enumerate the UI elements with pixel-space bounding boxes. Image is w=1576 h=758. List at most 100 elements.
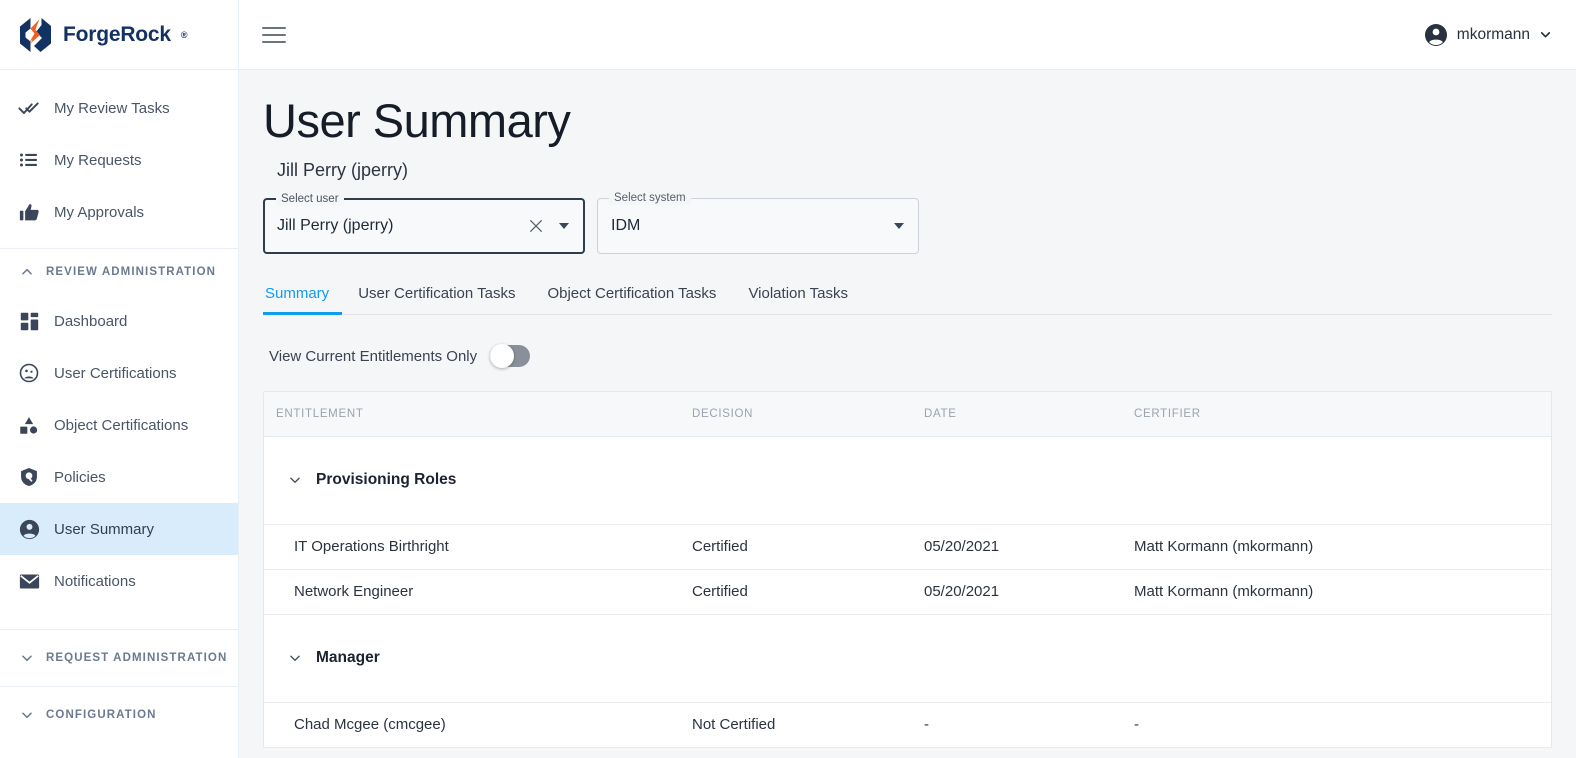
column-header-certifier: CERTIFIER [1134, 392, 1551, 437]
toggle-knob [490, 344, 515, 369]
sidebar-group-request-administration: REQUEST ADMINISTRATION [0, 629, 238, 686]
caret-down-icon[interactable] [549, 211, 579, 241]
select-system-value: IDM [611, 217, 641, 235]
brand-name: ForgeRock [63, 22, 171, 46]
filter-controls: Select user Jill Perry (jperry) Select s… [263, 192, 1552, 255]
page-title: User Summary [263, 94, 571, 147]
table-row[interactable]: IT Operations Birthright Certified 05/20… [264, 524, 1551, 570]
sidebar-group-label: CONFIGURATION [46, 709, 157, 721]
cell-certifier: Matt Kormann (mkormann) [1134, 569, 1551, 615]
select-user-label: Select user [276, 193, 344, 207]
sidebar-group-header-request-administration[interactable]: REQUEST ADMINISTRATION [0, 630, 238, 686]
hamburger-icon[interactable] [259, 20, 289, 50]
sidebar-item-label: User Summary [54, 520, 155, 538]
main-area: mkormann User Summary Jill Perry (jperry… [239, 0, 1576, 758]
sidebar-item-label: My Review Tasks [54, 99, 170, 117]
sidebar-item-label: Object Certifications [54, 416, 189, 434]
table-header-row: ENTITLEMENT DECISION DATE CERTIFIER [264, 392, 1551, 437]
sidebar-item-user-certifications[interactable]: User Certifications [0, 347, 238, 399]
envelope-icon [18, 570, 40, 592]
select-system-field[interactable]: Select system IDM [597, 192, 919, 255]
app-root: ForgeRock ® My Review Tasks My Requests … [0, 0, 1576, 758]
chevron-down-icon [1539, 28, 1552, 41]
cell-date: 05/20/2021 [924, 569, 1134, 615]
account-circle-icon [1424, 23, 1448, 47]
sidebar-item-label: My Approvals [54, 203, 145, 221]
tab-bar: Summary User Certification Tasks Object … [263, 278, 1552, 316]
sidebar-item-label: Notifications [54, 572, 136, 590]
column-header-decision: DECISION [692, 392, 924, 437]
sidebar-group-review-administration: REVIEW ADMINISTRATION Dashboard User Cer… [0, 249, 238, 607]
sidebar-item-user-summary[interactable]: User Summary [0, 503, 238, 555]
page-subtitle: Jill Perry (jperry) [277, 160, 409, 181]
user-menu-label: mkormann [1456, 25, 1530, 43]
section-title: Manager [316, 649, 380, 667]
sidebar-group-header-configuration[interactable]: CONFIGURATION [0, 687, 238, 743]
topbar: mkormann [239, 0, 1576, 70]
sidebar-item-label: My Requests [54, 151, 142, 169]
list-icon [18, 149, 40, 171]
select-user-value: Jill Perry (jperry) [277, 217, 394, 235]
cell-decision: Certified [692, 569, 924, 615]
table-row[interactable]: Network Engineer Certified 05/20/2021 Ma… [264, 569, 1551, 615]
cell-certifier: - [1134, 702, 1551, 748]
sidebar-group-label: REVIEW ADMINISTRATION [46, 266, 217, 278]
tab-violation-tasks[interactable]: Violation Tasks [732, 278, 864, 315]
chevron-down-icon [20, 708, 34, 722]
forgerock-logo-icon [17, 16, 53, 54]
view-current-entitlements-toggle[interactable] [490, 344, 531, 369]
select-user-field[interactable]: Select user Jill Perry (jperry) [263, 193, 585, 255]
section-title: Provisioning Roles [316, 471, 457, 489]
user-certifications-icon [18, 362, 40, 384]
cell-certifier: Matt Kormann (mkormann) [1134, 524, 1551, 570]
chevron-up-icon [20, 265, 34, 279]
table-section-header[interactable]: Manager [264, 614, 1551, 703]
sidebar-item-my-approvals[interactable]: My Approvals [0, 186, 238, 238]
caret-down-icon[interactable] [884, 211, 914, 241]
tab-summary[interactable]: Summary [263, 278, 343, 316]
user-menu[interactable]: mkormann [1424, 23, 1552, 47]
cell-date: - [924, 702, 1134, 748]
sidebar-item-my-review-tasks[interactable]: My Review Tasks [0, 82, 238, 134]
sidebar-item-object-certifications[interactable]: Object Certifications [0, 399, 238, 451]
page-content: User Summary Jill Perry (jperry) Select … [239, 70, 1576, 758]
cell-entitlement: Chad Mcgee (cmcgee) [264, 702, 692, 748]
brand-header[interactable]: ForgeRock ® [0, 0, 238, 70]
sidebar-group-label: REQUEST ADMINISTRATION [46, 652, 228, 664]
object-certifications-icon [18, 414, 40, 436]
brand-trademark: ® [180, 29, 188, 40]
select-system-label: Select system [609, 192, 691, 206]
column-header-entitlement: ENTITLEMENT [264, 392, 692, 437]
view-current-entitlements-row: View Current Entitlements Only [263, 344, 1552, 369]
table-section-header[interactable]: Provisioning Roles [264, 436, 1551, 525]
sidebar: ForgeRock ® My Review Tasks My Requests … [0, 0, 239, 758]
cell-entitlement: IT Operations Birthright [264, 524, 692, 570]
sidebar-group-header-review-administration[interactable]: REVIEW ADMINISTRATION [0, 249, 238, 295]
cell-decision: Not Certified [692, 702, 924, 748]
chevron-down-icon[interactable] [288, 651, 302, 665]
dashboard-icon [18, 310, 40, 332]
sidebar-item-my-requests[interactable]: My Requests [0, 134, 238, 186]
table-row[interactable]: Chad Mcgee (cmcgee) Not Certified - - [264, 702, 1551, 748]
sidebar-item-dashboard[interactable]: Dashboard [0, 295, 238, 347]
double-check-icon [18, 97, 40, 119]
sidebar-item-notifications[interactable]: Notifications [0, 555, 238, 607]
chevron-down-icon[interactable] [288, 473, 302, 487]
tab-user-certification-tasks[interactable]: User Certification Tasks [342, 278, 531, 315]
cell-decision: Certified [692, 524, 924, 570]
sidebar-item-label: Dashboard [54, 312, 128, 330]
primary-nav: My Review Tasks My Requests My Approvals [0, 70, 238, 238]
entitlements-table: ENTITLEMENT DECISION DATE CERTIFIER Prov… [263, 391, 1552, 748]
tab-object-certification-tasks[interactable]: Object Certification Tasks [531, 278, 732, 315]
column-header-date: DATE [924, 392, 1134, 437]
user-icon [18, 518, 40, 540]
view-current-entitlements-label: View Current Entitlements Only [269, 347, 478, 365]
close-icon[interactable] [523, 213, 549, 239]
cell-entitlement: Network Engineer [264, 569, 692, 615]
sidebar-item-label: User Certifications [54, 364, 177, 382]
thumbs-up-icon [18, 201, 40, 223]
cell-date: 05/20/2021 [924, 524, 1134, 570]
sidebar-item-policies[interactable]: Policies [0, 451, 238, 503]
shield-search-icon [18, 466, 40, 488]
sidebar-group-configuration: CONFIGURATION [0, 686, 238, 743]
